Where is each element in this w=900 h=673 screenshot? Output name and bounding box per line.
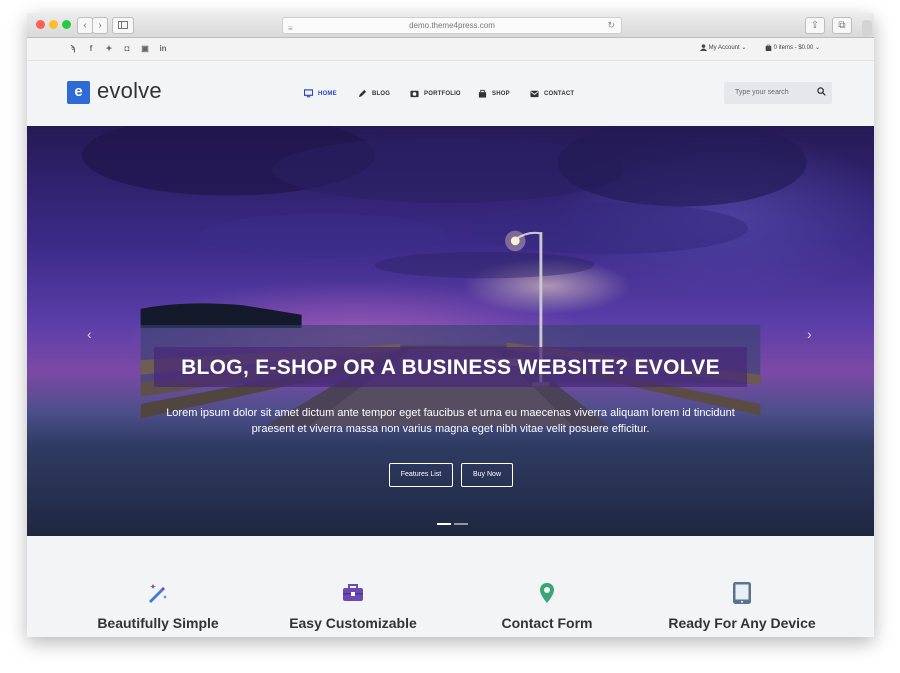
slider-pagination — [437, 523, 468, 525]
cart-link[interactable]: 0 items - $0.00 ⌄ — [765, 44, 820, 51]
feature-title: Easy Customizable — [289, 615, 417, 631]
reader-icon: ≡ — [288, 24, 293, 33]
nav-label: BLOG — [372, 90, 391, 97]
forward-button[interactable]: › — [92, 17, 108, 34]
address-bar[interactable]: ≡ demo.theme4press.com ↻ — [282, 17, 622, 34]
chevron-down-icon: ⌄ — [741, 45, 747, 52]
nav-item-blog[interactable]: BLOG — [358, 89, 390, 98]
page-scrollbar[interactable] — [862, 20, 872, 36]
chevron-left-icon: ‹ — [83, 20, 87, 31]
tabs-icon: ⧉ — [838, 20, 846, 31]
nav-label: SHOP — [492, 90, 510, 97]
bag-icon — [765, 44, 772, 51]
magic-wand-icon — [149, 584, 167, 603]
nav-label: PORTFOLIO — [424, 90, 461, 97]
tablet-icon — [733, 582, 751, 604]
buy-now-button[interactable]: Buy Now — [461, 463, 513, 487]
search-icon[interactable] — [817, 87, 826, 96]
my-account-label: My Account — [708, 45, 740, 52]
sidebar-toggle-button[interactable] — [112, 17, 134, 34]
envelope-icon — [530, 90, 539, 98]
toolbox-icon — [343, 584, 363, 601]
nav-item-contact[interactable]: CONTACT — [530, 89, 574, 98]
hero-subtext-line-2: praesent et viverra massa non varius mag… — [251, 423, 650, 435]
nav-label: HOME — [318, 90, 337, 97]
feature-title: Beautifully Simple — [97, 615, 219, 631]
sidebar-icon — [118, 21, 128, 29]
hero-subtext-line-1: Lorem ipsum dolor sit amet dictum ante t… — [166, 407, 735, 419]
feature-title: Ready For Any Device — [668, 615, 816, 631]
facebook-icon[interactable]: f — [87, 44, 95, 53]
share-icon: ⇪ — [810, 20, 820, 31]
monitor-icon — [304, 89, 313, 98]
back-button[interactable]: ‹ — [77, 17, 93, 34]
features-section: Beautifully Simple Easy Customizable Con… — [27, 536, 874, 637]
zoom-window-button[interactable] — [62, 20, 71, 29]
map-pin-icon — [540, 583, 554, 603]
slider-dot[interactable] — [437, 523, 451, 525]
hero-subtext: Lorem ipsum dolor sit amet dictum ante t… — [152, 405, 749, 437]
my-account-link[interactable]: My Account ⌄ — [700, 44, 746, 51]
youtube-icon[interactable]: ▣ — [141, 44, 149, 53]
tabs-button[interactable]: ⧉ — [832, 17, 852, 34]
social-links: ϡ f ✦ ◘ ▣ in — [69, 44, 167, 53]
slider-next-arrow[interactable]: › — [807, 326, 812, 342]
browser-window: ‹ › ≡ demo.theme4press.com ↻ ⇪ ⧉ ϡ f ✦ ◘… — [27, 13, 874, 637]
camera-icon — [410, 90, 419, 98]
logo-text[interactable]: evolve — [97, 78, 162, 104]
chevron-right-icon: › — [98, 20, 102, 31]
instagram-icon[interactable]: ◘ — [123, 44, 131, 53]
url-text: demo.theme4press.com — [409, 21, 495, 30]
browser-toolbar: ‹ › ≡ demo.theme4press.com ↻ ⇪ ⧉ — [27, 13, 874, 38]
hero-slider: ‹ › BLOG, E-SHOP OR A BUSINESS WEBSITE? … — [27, 126, 874, 536]
logo-icon[interactable]: e — [67, 81, 90, 104]
features-list-button[interactable]: Features List — [389, 463, 453, 487]
user-icon — [700, 44, 707, 51]
reload-icon[interactable]: ↻ — [607, 18, 615, 33]
close-window-button[interactable] — [36, 20, 45, 29]
nav-item-portfolio[interactable]: PORTFOLIO — [410, 89, 461, 98]
search-box[interactable]: Type your search — [724, 82, 832, 104]
hero-headline: BLOG, E-SHOP OR A BUSINESS WEBSITE? EVOL… — [181, 356, 720, 379]
chevron-down-icon: ⌄ — [815, 45, 821, 52]
share-button[interactable]: ⇪ — [805, 17, 825, 34]
linkedin-icon[interactable]: in — [159, 44, 167, 53]
top-bar: ϡ f ✦ ◘ ▣ in My Account ⌄ 0 items - $0.0… — [27, 38, 874, 61]
rss-icon[interactable]: ϡ — [69, 44, 77, 53]
site-header: e evolve HOME BLOG PORTFOLIO SHOP CONTAC… — [27, 61, 874, 127]
slider-prev-arrow[interactable]: ‹ — [87, 326, 92, 342]
nav-item-home[interactable]: HOME — [304, 89, 337, 98]
minimize-window-button[interactable] — [49, 20, 58, 29]
nav-label: CONTACT — [544, 90, 575, 97]
cart-label: 0 items - $0.00 — [773, 45, 814, 52]
slider-dot[interactable] — [454, 523, 468, 525]
shop-bag-icon — [478, 89, 487, 98]
twitter-icon[interactable]: ✦ — [105, 44, 113, 53]
nav-item-shop[interactable]: SHOP — [478, 89, 510, 98]
pencil-icon — [358, 89, 367, 98]
feature-title: Contact Form — [501, 615, 593, 631]
search-input[interactable]: Type your search — [735, 89, 789, 96]
